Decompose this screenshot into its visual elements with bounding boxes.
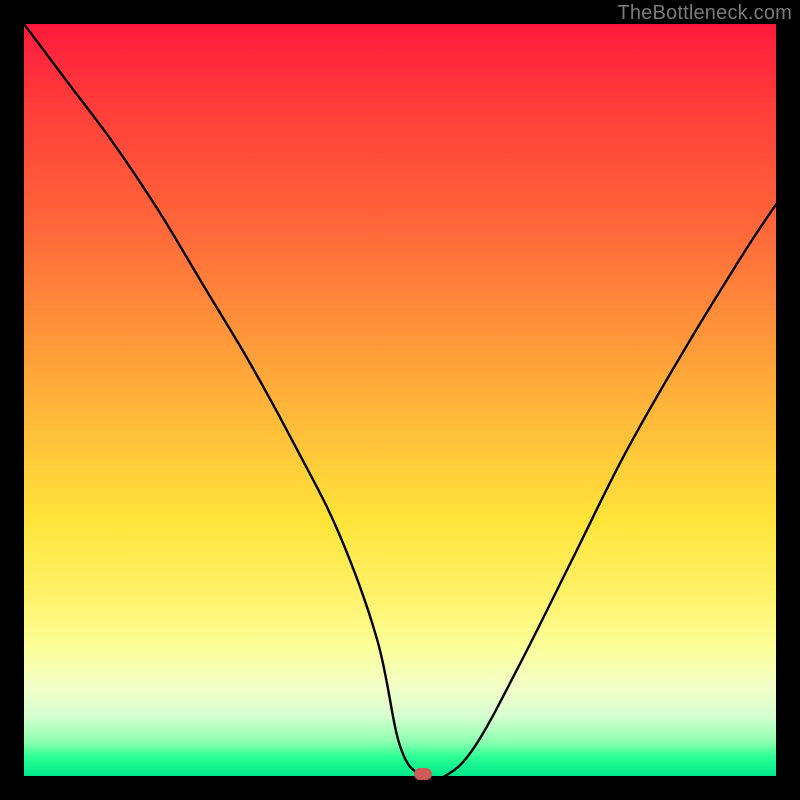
curve-path (24, 24, 776, 776)
chart-frame: TheBottleneck.com (0, 0, 800, 800)
watermark-text: TheBottleneck.com (617, 2, 792, 25)
bottleneck-curve (24, 24, 776, 776)
plot-area (24, 24, 776, 776)
optimal-marker (414, 768, 432, 780)
